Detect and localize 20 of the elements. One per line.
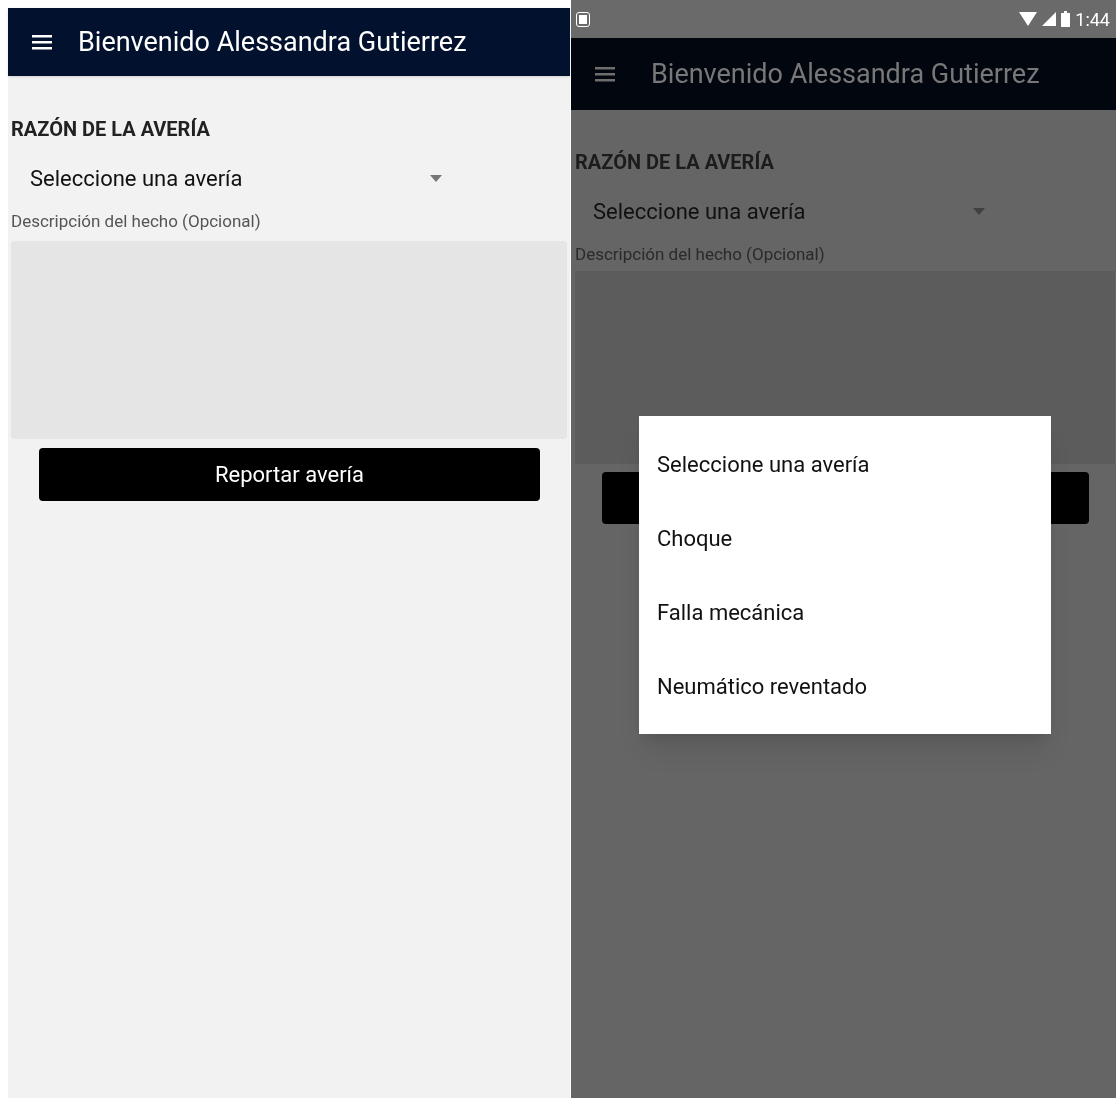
dropdown[interactable]: Seleccione una avería [30, 162, 442, 195]
menu-item[interactable]: Seleccione una avería [639, 427, 1051, 501]
caret-icon [430, 175, 442, 182]
caret-icon [973, 208, 985, 215]
report-button[interactable]: Reportar avería [39, 447, 540, 501]
notification-icon [577, 12, 589, 26]
field-label: Descripción del hecho (Opcional) [11, 210, 262, 233]
app-bar-title: Bienvenido Alessandra Gutierrez [651, 56, 1040, 92]
app-bar-title: Bienvenido Alessandra Gutierrez [78, 24, 467, 60]
battery-icon [1061, 11, 1071, 27]
section-label: RAZÓN DE LA AVERÍA [11, 116, 211, 143]
signal-icon [1042, 12, 1057, 26]
field-label: Descripción del hecho (Opcional) [575, 243, 826, 266]
menu-item[interactable]: Neumático reventado [639, 649, 1051, 723]
section-label: RAZÓN DE LA AVERÍA [575, 149, 775, 176]
status-time: 1:44 [1075, 7, 1110, 32]
menu-item[interactable]: Falla mecánica [639, 575, 1051, 649]
menu-icon[interactable] [32, 34, 52, 50]
menu-item[interactable]: Choque [639, 501, 1051, 575]
wifi-icon [1019, 12, 1038, 26]
